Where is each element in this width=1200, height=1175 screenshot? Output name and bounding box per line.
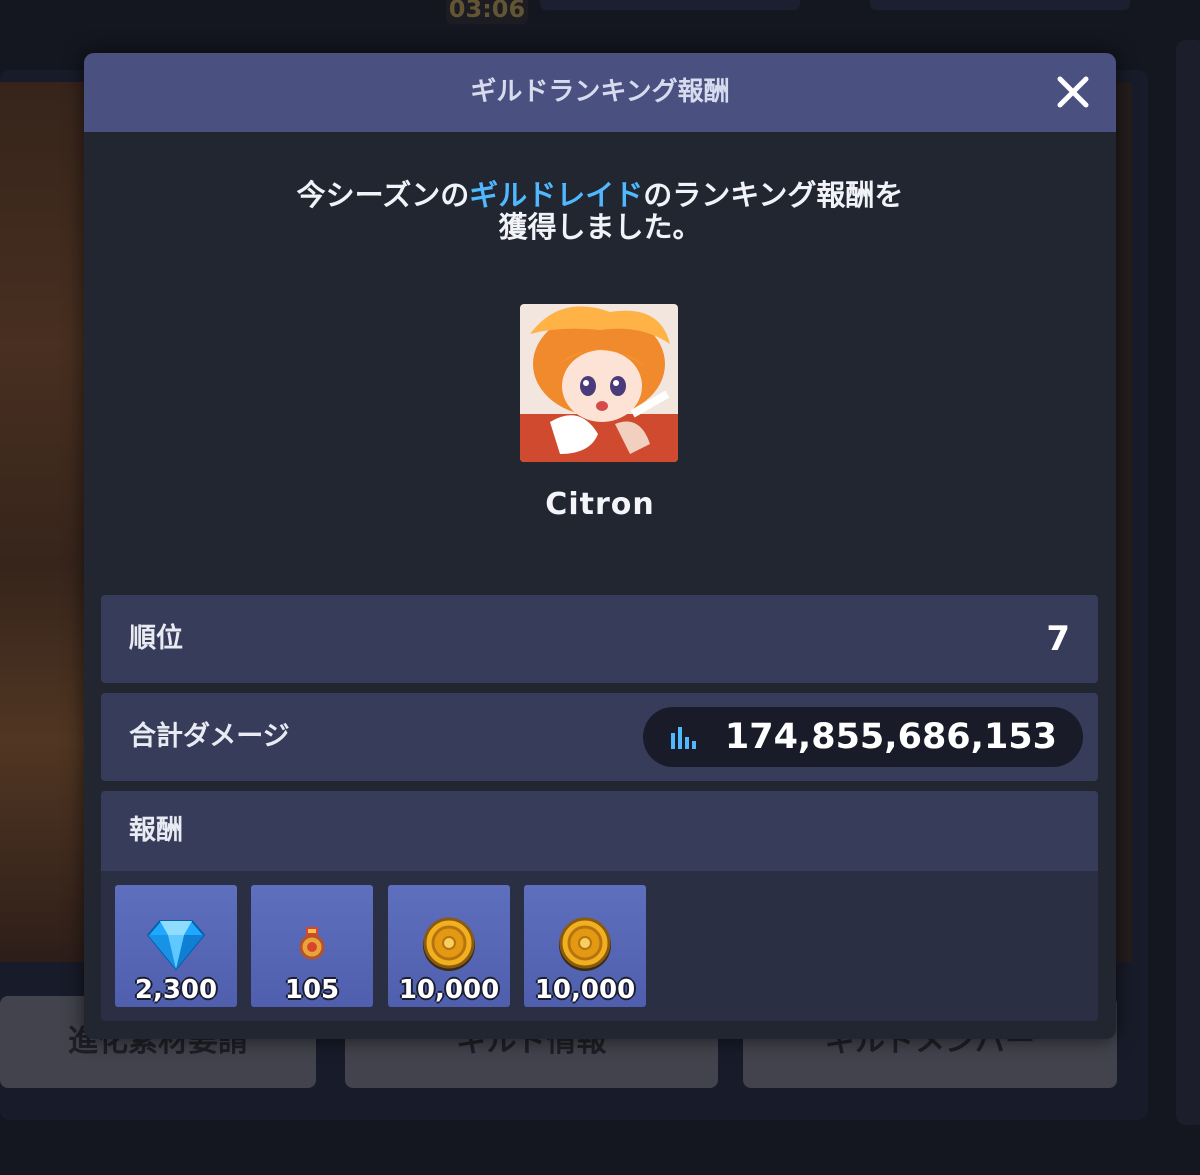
message-suffix: のランキング報酬を (643, 178, 904, 212)
reward-item-medal[interactable]: 105 (251, 885, 373, 1007)
reward-count: 10,000 (398, 975, 500, 1005)
reward-section: 報酬 2,300 105 10,000 10,000 (101, 791, 1098, 1021)
close-icon (1057, 76, 1089, 108)
medal-icon (299, 927, 325, 960)
player-name: Citron (545, 487, 655, 522)
reward-header: 報酬 (101, 791, 1098, 871)
total-damage-label: 合計ダメージ (129, 721, 290, 752)
modal-header: ギルドランキング報酬 (84, 53, 1116, 132)
message-highlight: ギルドレイド (469, 178, 644, 212)
reward-item-diamond[interactable]: 2,300 (115, 885, 237, 1007)
rank-value: 7 (1046, 619, 1070, 659)
total-damage-row: 合計ダメージ 174,855,686,153 (101, 693, 1098, 781)
modal-title: ギルドランキング報酬 (470, 77, 730, 107)
total-damage-value: 174,855,686,153 (724, 717, 1057, 757)
bar-chart-icon (671, 727, 696, 749)
rank-row: 順位 7 (101, 595, 1098, 683)
close-button[interactable] (1052, 71, 1094, 113)
reward-message: 今シーズンのギルドレイドのランキング報酬を 獲得しました。 (84, 179, 1116, 243)
rank-label: 順位 (129, 623, 183, 654)
reward-item-gold[interactable]: 10,000 (388, 885, 510, 1007)
reward-count: 10,000 (534, 975, 636, 1005)
damage-pill: 174,855,686,153 (643, 707, 1083, 767)
reward-label: 報酬 (129, 815, 183, 846)
gold-coin-icon (559, 917, 611, 971)
reward-item-gold[interactable]: 10,000 (524, 885, 646, 1007)
reward-count: 105 (284, 975, 340, 1005)
guild-ranking-reward-modal: ギルドランキング報酬 今シーズンのギルドレイドのランキング報酬を 獲得しました。 (84, 53, 1116, 1039)
diamond-icon (146, 920, 206, 971)
player-avatar (520, 304, 678, 462)
message-prefix: 今シーズンの (296, 178, 470, 212)
message-line2: 獲得しました。 (498, 210, 702, 244)
reward-count: 2,300 (134, 975, 218, 1005)
gold-coin-icon (423, 917, 475, 971)
